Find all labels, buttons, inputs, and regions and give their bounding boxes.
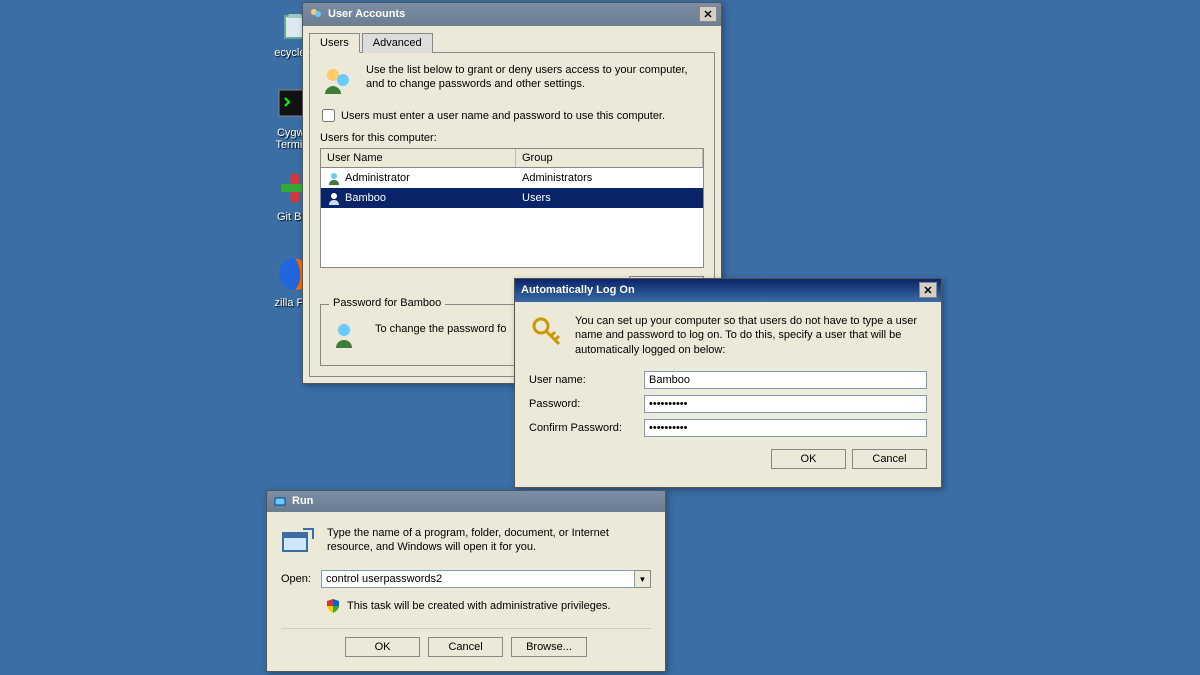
titlebar[interactable]: Run <box>267 491 665 512</box>
auto-logon-dialog: Automatically Log On ✕ You can set up yo… <box>514 278 942 488</box>
user-key-icon <box>329 317 365 353</box>
password-label: Password: <box>529 398 644 410</box>
intro-text: Use the list below to grant or deny user… <box>366 63 704 92</box>
titlebar[interactable]: Automatically Log On ✕ <box>515 279 941 302</box>
run-program-icon <box>281 526 315 556</box>
password-input[interactable] <box>644 395 927 413</box>
cancel-button[interactable]: Cancel <box>428 637 503 657</box>
table-row[interactable]: Administrator Administrators <box>321 168 703 188</box>
intro-text: Type the name of a program, folder, docu… <box>327 526 651 555</box>
open-label: Open: <box>281 573 311 585</box>
username-label: User name: <box>529 374 644 386</box>
cell-username: Administrator <box>345 172 410 184</box>
user-icon <box>327 191 341 205</box>
intro-text: You can set up your computer so that use… <box>575 314 927 357</box>
close-button[interactable]: ✕ <box>699 6 717 22</box>
user-icon <box>327 171 341 185</box>
users-table: User Name Group Administrator Administra… <box>320 148 704 268</box>
open-input[interactable] <box>321 570 635 588</box>
admin-note-text: This task will be created with administr… <box>347 600 611 612</box>
key-icon <box>529 314 565 350</box>
require-password-checkbox[interactable] <box>322 109 335 122</box>
ok-button[interactable]: OK <box>345 637 420 657</box>
window-title: Run <box>292 495 313 507</box>
tab-users[interactable]: Users <box>309 33 360 53</box>
cancel-button[interactable]: Cancel <box>852 449 927 469</box>
titlebar[interactable]: User Accounts ✕ <box>303 3 721 26</box>
table-row[interactable]: Bamboo Users <box>321 188 703 208</box>
cell-group: Users <box>516 191 703 205</box>
run-dialog: Run Type the name of a program, folder, … <box>266 490 666 672</box>
password-text: To change the password fo <box>375 317 506 335</box>
dropdown-button[interactable]: ▼ <box>635 570 651 588</box>
tab-advanced[interactable]: Advanced <box>362 33 433 53</box>
groupbox-legend: Password for Bamboo <box>329 297 445 309</box>
browse-button[interactable]: Browse... <box>511 637 587 657</box>
close-button[interactable]: ✕ <box>919 282 937 298</box>
column-header-group[interactable]: Group <box>516 149 703 167</box>
window-title: Automatically Log On <box>521 284 635 296</box>
run-icon <box>273 494 287 508</box>
users-icon <box>309 7 323 21</box>
users-icon <box>320 63 356 99</box>
window-title: User Accounts <box>328 8 405 20</box>
username-input[interactable] <box>644 371 927 389</box>
checkbox-label: Users must enter a user name and passwor… <box>341 110 665 122</box>
cell-username: Bamboo <box>345 192 386 204</box>
shield-icon <box>325 598 341 614</box>
users-list-label: Users for this computer: <box>320 132 704 144</box>
confirm-password-label: Confirm Password: <box>529 422 644 434</box>
ok-button[interactable]: OK <box>771 449 846 469</box>
cell-group: Administrators <box>516 171 703 185</box>
column-header-username[interactable]: User Name <box>321 149 516 167</box>
confirm-password-input[interactable] <box>644 419 927 437</box>
